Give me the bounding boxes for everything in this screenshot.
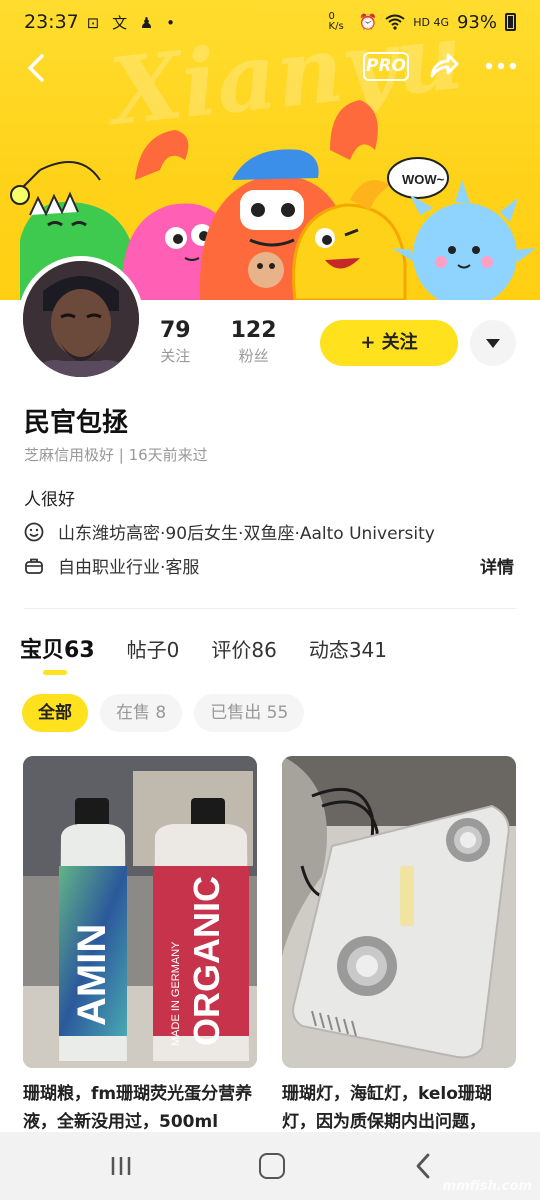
section-divider [24, 608, 516, 609]
tab-label: 宝贝 [20, 638, 65, 663]
tab-count: 63 [64, 638, 95, 663]
battery-percent: 93% [456, 11, 497, 33]
more-options-icon[interactable] [484, 56, 518, 76]
home-icon[interactable] [259, 1153, 285, 1179]
chevron-down-icon [486, 339, 500, 348]
battery-icon [505, 13, 516, 31]
following-label: 关注 [160, 347, 191, 365]
bottle2-sublabel: MADE IN GERMANY [170, 941, 182, 1046]
pro-badge[interactable]: PRO [363, 52, 409, 81]
briefcase-icon [25, 558, 43, 574]
bottle2-label: ORGANIC [186, 876, 227, 1046]
wifi-icon [385, 14, 405, 30]
product-card[interactable]: AMIN ORGANIC MADE IN GERMANY 珊瑚粮，fm珊瑚荧光蛋… [23, 756, 257, 1136]
tab-count: 341 [348, 638, 388, 662]
filter-on-sale[interactable]: 在售 8 [100, 694, 183, 732]
followers-label: 粉丝 [238, 347, 269, 365]
corner-watermark: mmfish.com [442, 1179, 532, 1194]
follow-button[interactable]: + 关注 [320, 320, 458, 366]
smiley-icon [24, 522, 44, 541]
status-bar: 23:37 ⊡ 文 ♟ • 0 K/s ⏰ HD 4G 93% [0, 0, 540, 44]
product-title[interactable]: 珊瑚粮，fm珊瑚荧光蛋分营养液，全新没用过，500ml [23, 1080, 257, 1136]
user-name: 民官包拯 [24, 408, 129, 438]
recents-icon[interactable] [110, 1154, 132, 1178]
user-avatar[interactable] [18, 256, 144, 382]
back-arrow-icon[interactable] [22, 50, 52, 86]
details-link[interactable]: 详情 [480, 553, 514, 578]
tab-label: 评价 [211, 638, 252, 662]
signal-icon: HD 4G [413, 15, 449, 29]
status-notification-icons: ⊡ 文 ♟ • [86, 13, 179, 32]
active-tab-indicator [43, 670, 67, 675]
user-bio: 人很好 [24, 490, 75, 510]
followers-count: 122 [230, 318, 277, 343]
status-time: 23:37 [24, 11, 79, 33]
top-nav: PRO [0, 46, 540, 90]
more-actions-dropdown[interactable] [470, 320, 516, 366]
filter-all[interactable]: 全部 [22, 694, 88, 732]
status-right-icons: 0 K/s ⏰ HD 4G 93% [329, 12, 516, 33]
avatar-portrait [23, 261, 139, 377]
credit-status: 芝麻信用极好 | 16天前来过 [24, 446, 208, 464]
job-info-row: 自由职业行业·客服 [24, 553, 199, 578]
tab-count: 86 [251, 638, 277, 662]
system-nav-bar: mmfish.com [0, 1132, 540, 1200]
tab-activity[interactable]: 动态341 [309, 634, 387, 663]
tab-reviews[interactable]: 评价86 [211, 634, 276, 663]
product-card[interactable]: 珊瑚灯，海缸灯，kelo珊瑚灯，因为质保期内出问题， [282, 756, 516, 1136]
filter-sold[interactable]: 已售出 55 [194, 694, 305, 732]
svg-text:WOW~: WOW~ [402, 172, 445, 187]
content-tabs: 宝贝63 帖子0 评价86 动态341 [20, 632, 387, 664]
product-image: AMIN ORGANIC MADE IN GERMANY [23, 756, 257, 1068]
profile-stats: 79 关注 122 粉丝 [160, 318, 277, 366]
bottle1-label: AMIN [70, 924, 114, 1026]
item-filters: 全部 在售 8 已售出 55 [22, 694, 305, 732]
product-image [282, 756, 516, 1068]
back-icon[interactable] [414, 1152, 432, 1180]
location-info-text: 山东潍坊高密·90后女生·双鱼座·Aalto University [58, 524, 435, 544]
tab-items[interactable]: 宝贝63 [20, 632, 95, 664]
profile-banner: Xianyu 23:37 ⊡ 文 ♟ • 0 K/s ⏰ HD 4G 93% P… [0, 0, 540, 300]
share-icon[interactable] [428, 50, 460, 82]
followers-stat[interactable]: 122 粉丝 [231, 318, 277, 366]
network-speed: 0 K/s [328, 11, 344, 32]
tab-count: 0 [166, 638, 180, 662]
product-title[interactable]: 珊瑚灯，海缸灯，kelo珊瑚灯，因为质保期内出问题， [282, 1080, 516, 1136]
following-stat[interactable]: 79 关注 [160, 318, 191, 366]
location-info-row: 山东潍坊高密·90后女生·双鱼座·Aalto University [24, 519, 435, 544]
tab-posts[interactable]: 帖子0 [127, 634, 180, 663]
tab-label: 动态 [308, 638, 349, 662]
following-count: 79 [160, 318, 191, 343]
alarm-icon: ⏰ [358, 13, 378, 31]
job-info-text: 自由职业行业·客服 [58, 558, 200, 578]
tab-label: 帖子 [126, 638, 167, 662]
